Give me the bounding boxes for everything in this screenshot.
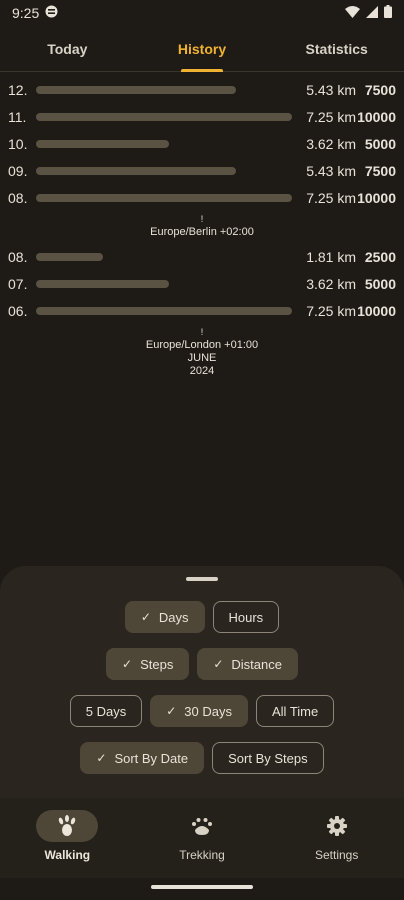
status-time: 9:25 (12, 5, 40, 21)
status-bar: 9:25 (0, 0, 404, 26)
row-distance: 5.43 km (306, 81, 356, 98)
history-group-2: 08. 1.81 km 2500 07. 3.62 km 5000 06. 7.… (0, 243, 404, 324)
steps-bar (36, 279, 170, 288)
chip-all-time[interactable]: All Time (256, 695, 335, 727)
row-day: 10. (8, 135, 28, 152)
row-steps: 7500 (364, 81, 396, 98)
check-icon: ✓ (122, 657, 133, 671)
marker-tick: ! (200, 214, 204, 224)
history-row[interactable]: 07. 3.62 km 5000 (0, 270, 404, 297)
history-list: 12. 5.43 km 7500 11. 7.25 km 10000 10. 3… (0, 76, 404, 382)
row-day: 07. (8, 275, 28, 292)
month-label: JUNE (187, 352, 217, 364)
tab-statistics[interactable]: Statistics (269, 26, 404, 71)
row-day: 06. (8, 302, 28, 319)
timezone-marker: ! Europe/London +01:00 JUNE 2024 (0, 324, 404, 382)
steps-bar (36, 193, 292, 202)
chip-steps[interactable]: ✓ Steps (106, 648, 190, 680)
nav-label: Trekking (179, 848, 225, 862)
check-icon: ✓ (166, 704, 177, 718)
unit-chip-row: ✓ Days Hours (0, 601, 404, 633)
row-distance: 7.25 km (306, 108, 356, 125)
chip-days[interactable]: ✓ Days (124, 601, 205, 633)
steps-bar (36, 112, 292, 121)
signal-icon (366, 5, 378, 21)
steps-bar (36, 139, 170, 148)
history-row[interactable]: 06. 7.25 km 10000 (0, 297, 404, 324)
row-steps: 7500 (364, 162, 396, 179)
row-steps: 5000 (364, 275, 396, 292)
paw-icon (171, 810, 233, 842)
nav-label: Walking (44, 848, 91, 862)
notification-icon (45, 5, 58, 21)
footprint-icon (36, 810, 99, 842)
row-day: 08. (8, 248, 28, 265)
nav-settings[interactable]: Settings (269, 798, 404, 878)
row-distance: 1.81 km (306, 248, 356, 265)
row-distance: 7.25 km (306, 302, 356, 319)
steps-bar (36, 85, 236, 94)
row-distance: 3.62 km (306, 275, 356, 292)
chip-hours[interactable]: Hours (212, 601, 280, 633)
bottom-navigation: Walking Trekking Settings (0, 798, 404, 878)
history-group-1: 12. 5.43 km 7500 11. 7.25 km 10000 10. 3… (0, 76, 404, 211)
marker-tick: ! (200, 327, 204, 337)
history-row[interactable]: 09. 5.43 km 7500 (0, 157, 404, 184)
history-row[interactable]: 08. 1.81 km 2500 (0, 243, 404, 270)
tab-today[interactable]: Today (0, 26, 135, 71)
chip-distance[interactable]: ✓ Distance (197, 648, 298, 680)
nav-trekking[interactable]: Trekking (135, 798, 270, 878)
row-steps: 10000 (357, 108, 396, 125)
steps-bar (36, 166, 236, 175)
row-distance: 3.62 km (306, 135, 356, 152)
row-day: 11. (8, 108, 27, 125)
row-steps: 2500 (364, 248, 396, 265)
steps-bar (36, 252, 103, 261)
chip-sort-by-date[interactable]: ✓ Sort By Date (80, 742, 205, 774)
history-row[interactable]: 10. 3.62 km 5000 (0, 130, 404, 157)
row-steps: 10000 (357, 189, 396, 206)
row-distance: 7.25 km (306, 189, 356, 206)
history-row[interactable]: 11. 7.25 km 10000 (0, 103, 404, 130)
nav-walking[interactable]: Walking (0, 798, 135, 878)
home-indicator[interactable] (151, 885, 253, 889)
row-steps: 10000 (357, 302, 396, 319)
row-day: 08. (8, 189, 28, 206)
check-icon: ✓ (140, 610, 151, 624)
check-icon: ✓ (213, 657, 224, 671)
top-tabs: Today History Statistics (0, 26, 404, 72)
nav-label: Settings (315, 848, 359, 862)
gear-icon (306, 810, 368, 842)
steps-bar (36, 306, 292, 315)
timezone-label: Europe/London +01:00 (145, 339, 259, 351)
tab-history[interactable]: History (135, 26, 270, 71)
row-steps: 5000 (364, 135, 396, 152)
wifi-icon (345, 5, 360, 21)
chip-5-days[interactable]: 5 Days (69, 695, 143, 727)
range-chip-row: 5 Days ✓ 30 Days All Time (0, 695, 404, 727)
row-day: 12. (8, 81, 28, 98)
history-row[interactable]: 12. 5.43 km 7500 (0, 76, 404, 103)
row-day: 09. (8, 162, 28, 179)
sort-chip-row: ✓ Sort By Date Sort By Steps (0, 742, 404, 774)
filter-sheet: ✓ Days Hours ✓ Steps ✓ Distance 5 Days ✓… (0, 566, 404, 798)
row-distance: 5.43 km (306, 162, 356, 179)
chip-sort-by-steps[interactable]: Sort By Steps (212, 742, 324, 774)
year-label: 2024 (189, 365, 215, 377)
drag-handle[interactable] (186, 577, 218, 581)
check-icon: ✓ (96, 751, 107, 765)
metric-chip-row: ✓ Steps ✓ Distance (0, 648, 404, 680)
battery-icon (384, 5, 392, 21)
chip-30-days[interactable]: ✓ 30 Days (150, 695, 248, 727)
timezone-label: Europe/Berlin +02:00 (150, 226, 254, 238)
timezone-marker: ! Europe/Berlin +02:00 (0, 211, 404, 243)
history-row[interactable]: 08. 7.25 km 10000 (0, 184, 404, 211)
